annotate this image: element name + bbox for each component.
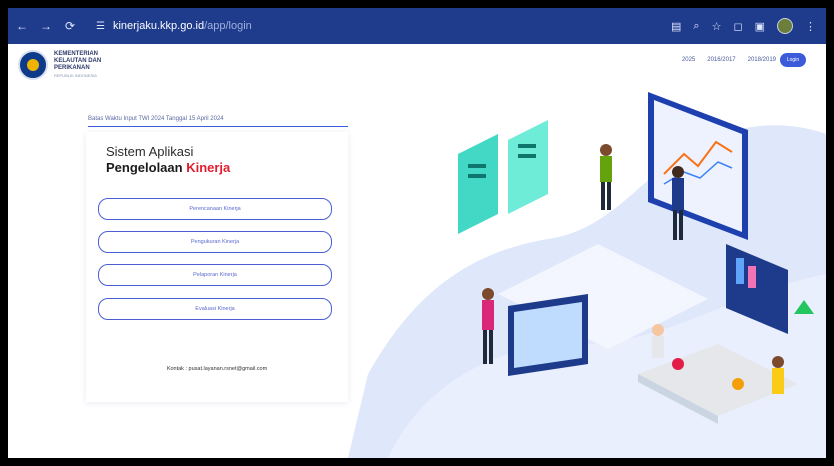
reload-icon[interactable]: ⟳ [60,19,80,33]
logo-line-3: PERIKANAN [54,65,90,71]
browser-toolbar: ← → ⟳ ☰ kinerjaku.kkp.go.id/app/login ▤ … [8,8,826,44]
pelaporan-kinerja-button[interactable]: Pelaporan Kinerja [98,264,332,286]
login-card: Sistem Aplikasi Pengelolaan Kinerja Pere… [86,132,348,402]
pengukuran-kinerja-button[interactable]: Pengukuran Kinerja [98,231,332,253]
menu-kebab-icon[interactable]: ⋮ [805,20,816,33]
logo-subtitle: REPUBLIK INDONESIA [54,73,97,78]
app-title-line1: Sistem Aplikasi [106,144,194,159]
app-title-line2: Pengelolaan Kinerja [106,160,230,175]
url-host: kinerjaku.kkp.go.id [112,20,205,32]
app-title-prefix: Pengelolaan [106,160,187,175]
evaluasi-kinerja-button[interactable]: Evaluasi Kinerja [98,298,332,320]
address-bar[interactable]: ☰ kinerjaku.kkp.go.id/app/login [90,15,258,37]
translate-icon[interactable]: ▤ [671,20,681,33]
bookmark-star-icon[interactable]: ☆ [712,20,722,33]
zoom-icon[interactable]: ⌕ [693,20,699,33]
person-pointing [600,144,612,210]
performance-illustration [348,92,826,458]
back-icon[interactable]: ← [12,19,32,33]
logo-line-1: KEMENTERIAN [54,51,99,57]
perencanaan-kinerja-button[interactable]: Perencanaan Kinerja [98,198,332,220]
sidepanel-icon[interactable]: ▣ [755,20,765,33]
logo-line-2: KELAUTAN DAN [54,58,102,64]
extensions-icon[interactable]: ◻ [733,20,742,33]
forward-icon[interactable]: → [36,19,56,33]
kkp-logo[interactable]: KEMENTERIAN KELAUTAN DAN PERIKANAN REPUB… [18,50,101,80]
page: KEMENTERIAN KELAUTAN DAN PERIKANAN REPUB… [8,44,826,458]
floating-panels [458,120,548,234]
profile-avatar[interactable] [777,18,793,34]
emblem-icon [18,50,48,80]
contact-info: Kontak : pusat.layanan.rsnet@gmail.com [166,366,268,372]
app-title-accent: Kinerja [186,160,231,175]
deadline-notice: Batas Waktu Input TWI 2024 Tanggal 15 Ap… [88,116,348,127]
url-path: /app/login [204,20,252,32]
site-settings-icon[interactable]: ☰ [96,21,105,32]
